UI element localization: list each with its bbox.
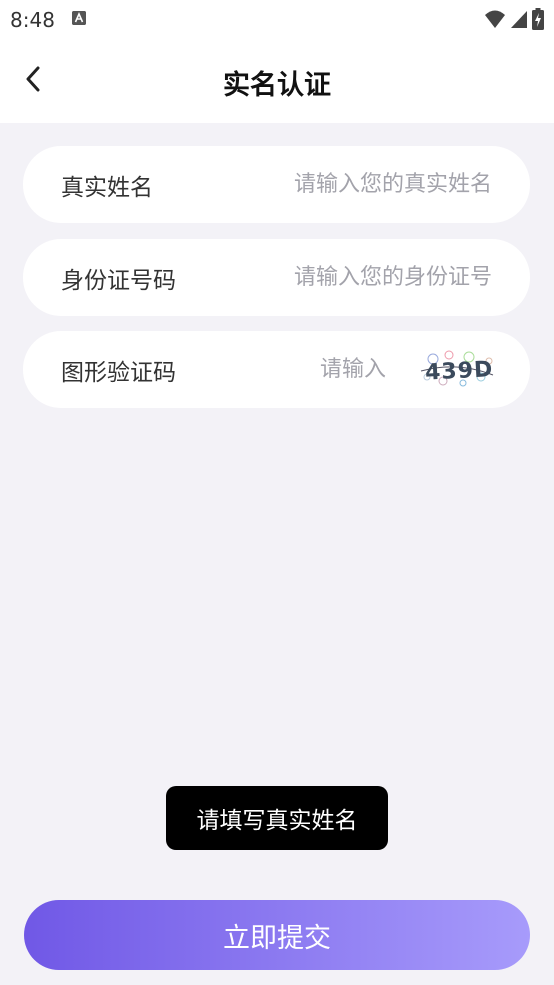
status-bar: 8:48 [0, 0, 554, 40]
captcha-row: 图形验证码 439D [23, 331, 530, 408]
header: 实名认证 [0, 40, 554, 123]
screen: 8:48 实名认证 真实姓名 请输入您的真实姓名 身份证号码 请输入您的身份证号… [0, 0, 554, 985]
captcha-label: 图形验证码 [61, 360, 176, 386]
real-name-input[interactable] [212, 166, 492, 202]
text-a-icon [72, 11, 86, 25]
battery-charging-icon [532, 8, 544, 30]
submit-button[interactable]: 立即提交 [24, 900, 530, 970]
captcha-text: 439D [425, 357, 494, 386]
id-number-input[interactable] [212, 259, 492, 295]
page-title: 实名认证 [223, 70, 331, 101]
cell-signal-icon [511, 11, 527, 28]
captcha-image[interactable]: 439D [419, 347, 495, 391]
real-name-row: 真实姓名 [23, 146, 530, 223]
real-name-label: 真实姓名 [61, 175, 153, 201]
status-icons [484, 8, 544, 30]
wifi-icon [485, 10, 505, 28]
id-number-row: 身份证号码 [23, 239, 530, 316]
id-number-label: 身份证号码 [61, 268, 176, 294]
toast-message: 请填写真实姓名 [166, 786, 388, 850]
captcha-input[interactable] [286, 351, 386, 387]
status-time: 8:48 [10, 8, 55, 32]
